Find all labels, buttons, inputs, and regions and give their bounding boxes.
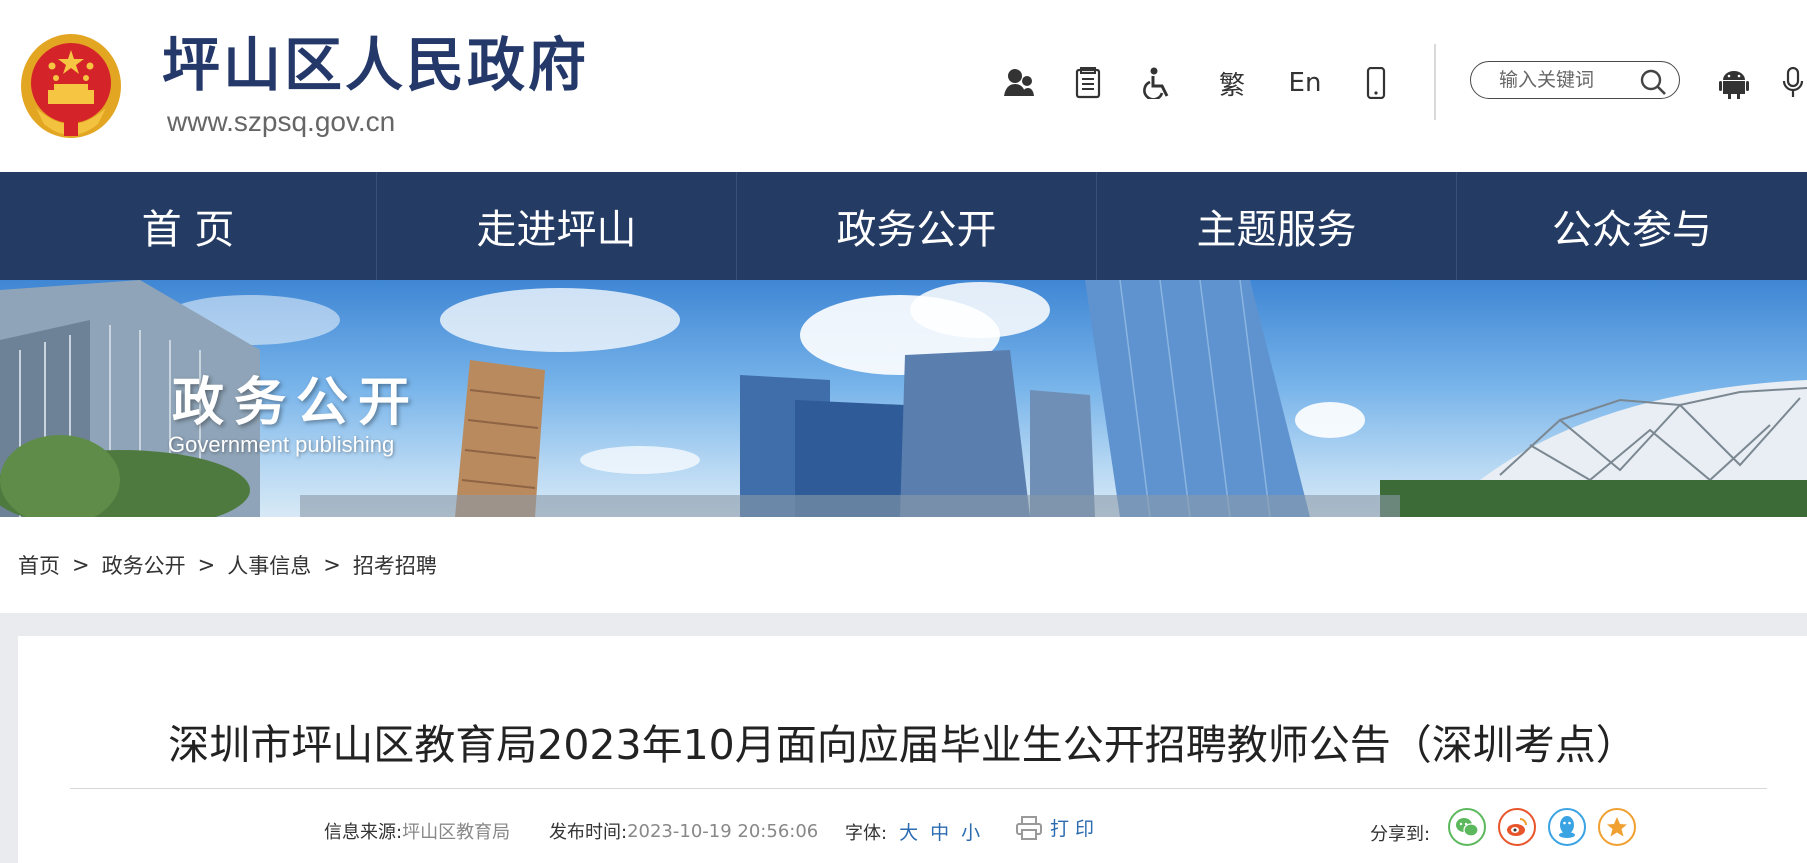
nav-item-home[interactable]: 首 页: [0, 172, 377, 280]
traditional-label: 繁: [1218, 70, 1245, 101]
nav-item-about-pingshan[interactable]: 走进坪山: [377, 172, 737, 280]
title-divider: [70, 788, 1767, 789]
font-size-controls: 字体: 大 中 小: [845, 818, 980, 845]
font-size-medium-button[interactable]: 中: [930, 818, 949, 845]
font-label: 字体:: [845, 822, 888, 844]
breadcrumb-government-affairs[interactable]: 政务公开: [102, 550, 186, 580]
font-size-small-button[interactable]: 小: [961, 818, 980, 845]
qq-icon[interactable]: [1548, 808, 1586, 846]
article-source: 信息来源: 坪山区教育局: [324, 818, 510, 844]
print-label: 打 印: [1050, 818, 1095, 840]
search-input[interactable]: [1499, 66, 1629, 94]
breadcrumb: 首页 > 政务公开 > 人事信息 > 招考招聘: [0, 517, 1807, 613]
breadcrumb-home[interactable]: 首页: [18, 550, 60, 580]
android-icon[interactable]: [1714, 62, 1754, 104]
article-title: 深圳市坪山区教育局2023年10月面向应届毕业生公开招聘教师公告（深圳考点）: [168, 721, 1637, 769]
weibo-icon[interactable]: [1498, 808, 1536, 846]
share-label: 分享到:: [1370, 824, 1431, 845]
banner: 政务公开 Government publishing: [0, 280, 1807, 517]
source-value: 坪山区教育局: [402, 822, 511, 843]
date-value: 2023-10-19 20:56:06: [627, 820, 819, 842]
site-url[interactable]: www.szpsq.gov.cn: [167, 108, 395, 136]
breadcrumb-personnel-info[interactable]: 人事信息: [227, 550, 311, 580]
main-nav: 首 页 走进坪山 政务公开 主题服务 公众参与: [0, 172, 1807, 280]
emblem-icon[interactable]: [18, 28, 124, 140]
search-icon[interactable]: [1639, 68, 1667, 100]
breadcrumb-separator: >: [323, 553, 341, 577]
printer-icon: [1016, 815, 1042, 840]
voice-icon[interactable]: [1782, 62, 1807, 104]
breadcrumb-recruitment[interactable]: 招考招聘: [353, 550, 437, 580]
header-divider: [1434, 44, 1436, 120]
english-button[interactable]: En: [1282, 62, 1328, 104]
traditional-chinese-button[interactable]: 繁: [1212, 62, 1252, 104]
breadcrumb-separator: >: [197, 553, 216, 577]
site-title[interactable]: 坪山区人民政府: [162, 36, 589, 94]
banner-subtitle: Government publishing: [168, 432, 395, 457]
font-size-large-button[interactable]: 大: [899, 818, 918, 845]
nav-item-government-affairs[interactable]: 政务公开: [737, 172, 1097, 280]
accessibility-icon[interactable]: [1138, 62, 1178, 104]
article-date: 发布时间: 2023-10-19 20:56:06: [549, 818, 818, 844]
article-panel: 深圳市坪山区教育局2023年10月面向应届毕业生公开招聘教师公告（深圳考点） 信…: [18, 636, 1807, 863]
banner-title: 政务公开: [172, 372, 421, 433]
user-group-icon[interactable]: [998, 62, 1038, 104]
document-icon[interactable]: [1068, 62, 1108, 104]
site-header: 坪山区人民政府 www.szpsq.gov.cn 繁 En: [0, 0, 1807, 172]
source-label: 信息来源:: [324, 822, 403, 843]
nav-item-public-participation[interactable]: 公众参与: [1457, 172, 1807, 280]
nav-item-theme-services[interactable]: 主题服务: [1097, 172, 1457, 280]
star-icon[interactable]: [1598, 808, 1636, 846]
breadcrumb-separator: >: [72, 553, 90, 577]
english-label: En: [1288, 68, 1322, 98]
date-label: 发布时间:: [549, 822, 628, 843]
search-box[interactable]: [1470, 61, 1680, 99]
mobile-icon[interactable]: [1356, 62, 1396, 104]
print-button[interactable]: 打 印: [1016, 814, 1094, 841]
wechat-icon[interactable]: [1448, 808, 1486, 846]
